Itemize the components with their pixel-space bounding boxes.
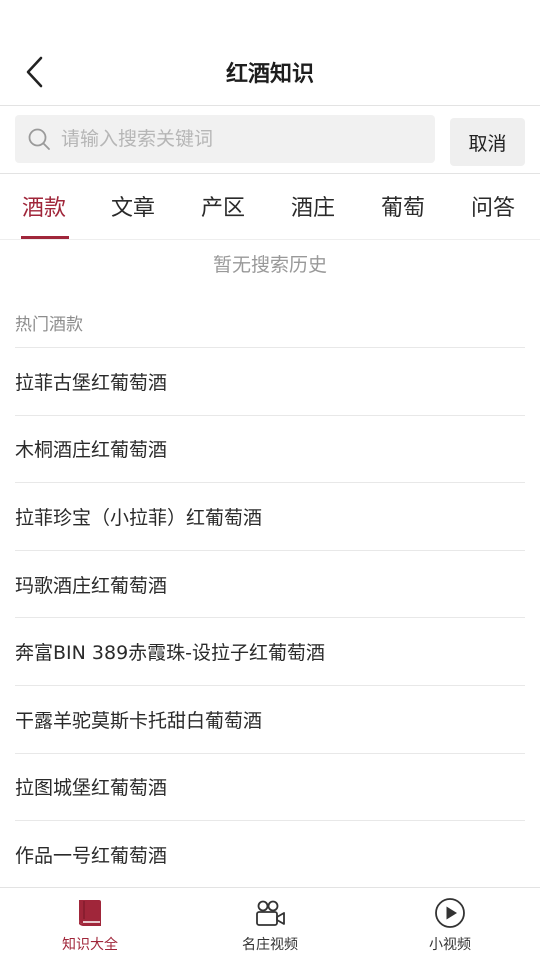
cancel-button[interactable]: 取消 [450, 118, 525, 166]
tab-qa[interactable]: 问答 [471, 190, 515, 222]
nav-winery-videos[interactable]: 名庄视频 [180, 888, 360, 960]
list-item[interactable]: 拉菲古堡红葡萄酒 [15, 347, 525, 415]
bottom-navigation: 知识大全 名庄视频 小视频 [0, 887, 540, 960]
empty-history-text: 暂无搜索历史 [212, 254, 327, 276]
nav-label: 知识大全 [62, 937, 118, 953]
list-item[interactable]: 作品一号红葡萄酒 [15, 820, 525, 888]
list-item[interactable]: 拉菲珍宝（小拉菲）红葡萄酒 [15, 482, 525, 550]
nav-short-videos[interactable]: 小视频 [360, 888, 540, 960]
list-item[interactable]: 木桐酒庄红葡萄酒 [15, 414, 525, 483]
tab-grapes[interactable]: 葡萄 [381, 190, 425, 222]
tab-regions[interactable]: 产区 [201, 190, 245, 222]
search-icon [28, 128, 50, 150]
list-item[interactable]: 奔富BIN 389赤霞珠-设拉子红葡萄酒 [15, 617, 525, 685]
category-tabs: 酒款 文章 产区 酒庄 葡萄 问答 [0, 174, 540, 240]
tab-wineries[interactable]: 酒庄 [291, 190, 335, 222]
search-bar: 取消 [0, 106, 540, 174]
search-input[interactable] [61, 115, 421, 163]
header: 红酒知识 [0, 0, 540, 106]
hot-wines-list: 拉菲古堡红葡萄酒 木桐酒庄红葡萄酒 拉菲珍宝（小拉菲）红葡萄酒 玛歌酒庄红葡萄酒… [15, 347, 525, 888]
nav-label: 名庄视频 [242, 937, 298, 953]
search-box[interactable] [15, 115, 435, 163]
play-circle-icon [435, 898, 465, 928]
page-title: 红酒知识 [225, 62, 314, 87]
list-item[interactable]: 玛歌酒庄红葡萄酒 [15, 549, 525, 618]
nav-label: 小视频 [429, 937, 471, 953]
list-item[interactable]: 干露羊驼莫斯卡托甜白葡萄酒 [15, 684, 525, 753]
hot-wines-label: 热门酒款 [15, 315, 83, 335]
tab-wines[interactable]: 酒款 [22, 190, 66, 222]
active-tab-indicator [21, 236, 69, 239]
video-camera-icon [256, 900, 285, 926]
list-item[interactable]: 拉图城堡红葡萄酒 [15, 752, 525, 821]
tab-articles[interactable]: 文章 [111, 190, 155, 222]
book-icon [79, 900, 101, 926]
nav-knowledge[interactable]: 知识大全 [0, 888, 180, 960]
